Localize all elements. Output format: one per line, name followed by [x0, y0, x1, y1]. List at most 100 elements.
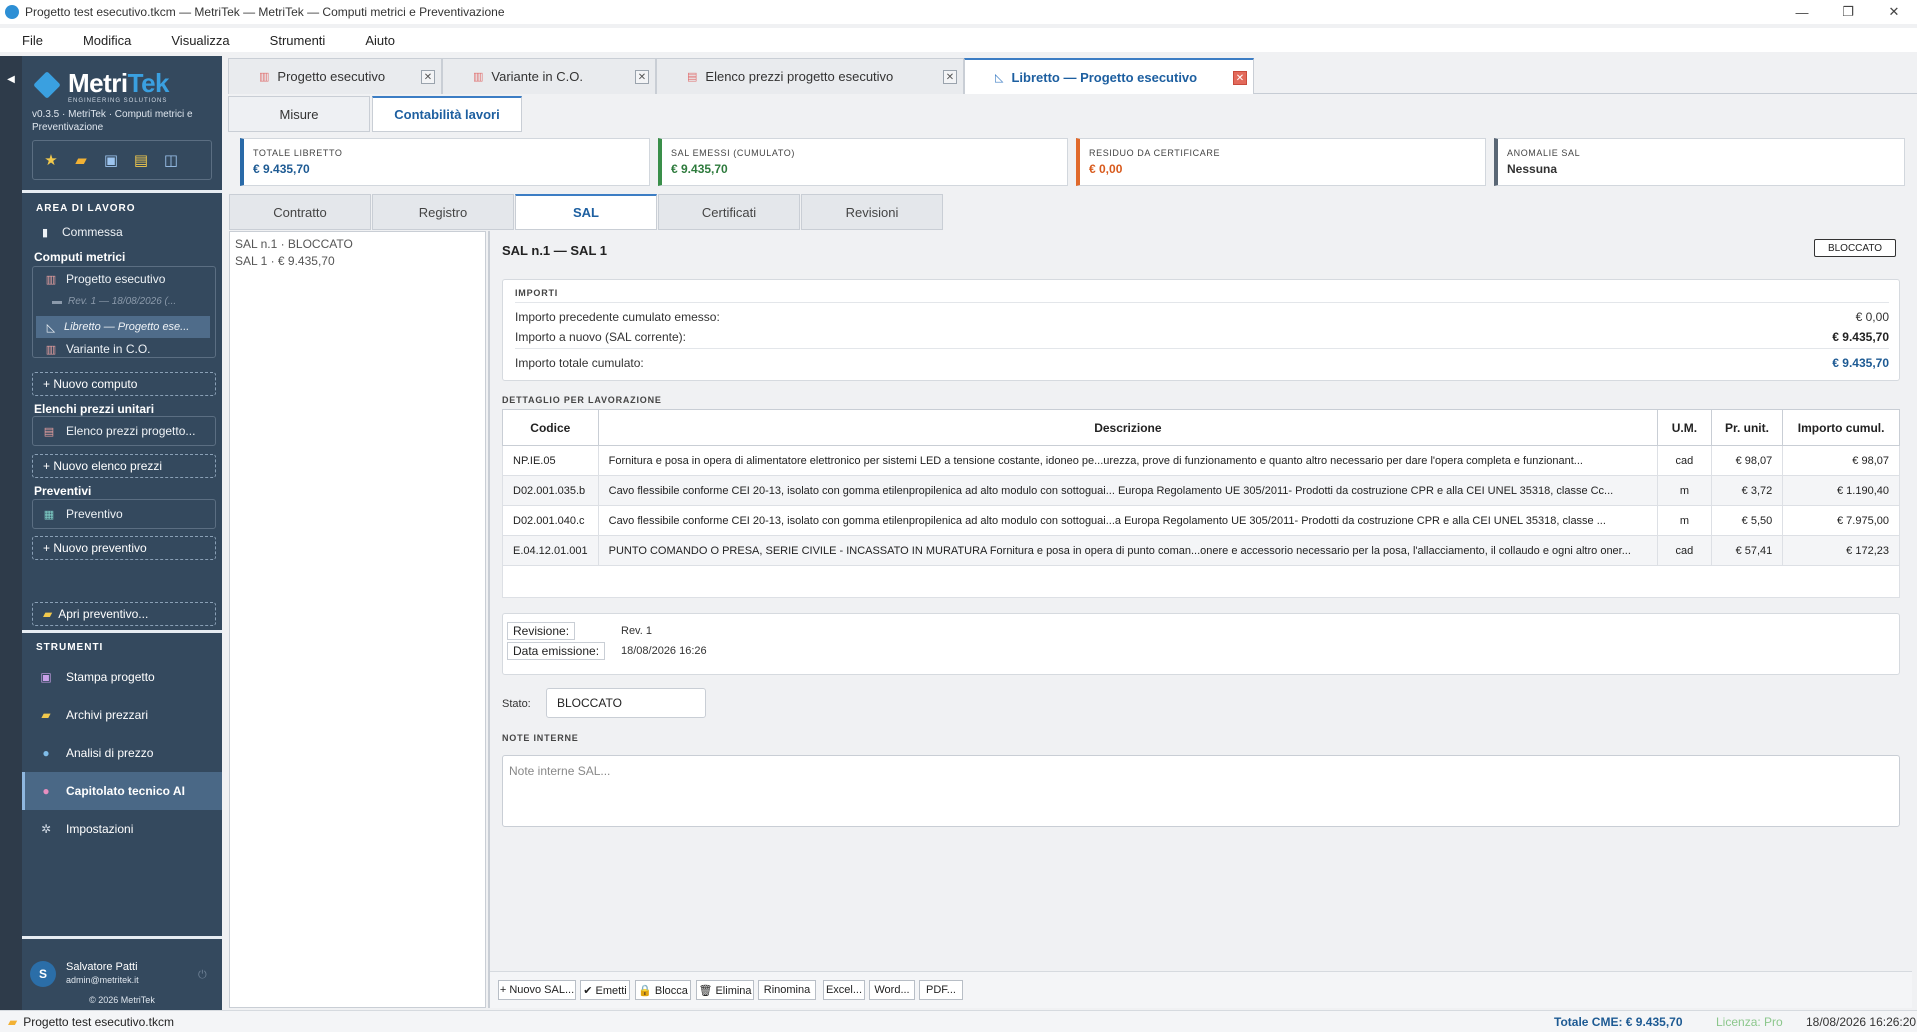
- tab-libretto[interactable]: ◺ Libretto — Progetto esecutivo ✕: [964, 58, 1254, 94]
- logo: MetriTek ENGINEERING SOLUTIONS: [33, 68, 214, 108]
- tab-elenco-prezzi[interactable]: ▤ Elenco prezzi progetto esecutivo ✕: [656, 58, 964, 94]
- column-header[interactable]: Pr. unit.: [1710, 409, 1784, 446]
- tab-variante[interactable]: ▥ Variante in C.O. ✕: [442, 58, 656, 94]
- list-item[interactable]: SAL 1 · € 9.435,70: [235, 253, 480, 270]
- app-icon: [5, 5, 19, 19]
- elimina-button[interactable]: 🗑 Elimina: [696, 980, 754, 1000]
- folder-icon: ▰: [41, 708, 51, 722]
- tab-progetto-esecutivo[interactable]: ▥ Progetto esecutivo ✕: [228, 58, 442, 94]
- menu-aiuto[interactable]: Aiuto: [365, 33, 395, 48]
- blocca-button[interactable]: 🔒 Blocca: [635, 980, 691, 1000]
- menu-modifica[interactable]: Modifica: [83, 33, 131, 48]
- close-icon[interactable]: ✕: [1871, 0, 1917, 24]
- sal-detail-panel: SAL n.1 — SAL 1 BLOCCATO IMPORTI Importo…: [488, 231, 1912, 1008]
- version-text: v0.3.5 · MetriTek · Computi metrici e Pr…: [32, 109, 193, 133]
- card-sal-emessi: SAL EMESSI (CUMULATO) € 9.435,70: [658, 138, 1068, 186]
- new-computo-button[interactable]: + Nuovo computo: [32, 372, 216, 396]
- title-bar: Progetto test esecutivo.tkcm — MetriTek …: [0, 0, 1917, 24]
- close-tab-icon[interactable]: ✕: [1233, 71, 1247, 85]
- menu-file[interactable]: File: [22, 33, 43, 48]
- importo-precedente-row: Importo precedente cumulato emesso: € 0,0…: [515, 310, 1889, 324]
- menu-visualizza[interactable]: Visualizza: [171, 33, 229, 48]
- tab-registro[interactable]: Registro: [372, 194, 514, 230]
- importi-box: IMPORTI Importo precedente cumulato emes…: [502, 279, 1900, 381]
- sidebar-item-progetto-esecutivo[interactable]: ▥ Progetto esecutivo: [36, 268, 212, 290]
- status-badge: BLOCCATO: [1814, 239, 1896, 257]
- table-row[interactable]: NP.IE.05 Fornitura e posa in opera di al…: [502, 445, 1900, 476]
- sidebar-item-preventivo[interactable]: ▦ Preventivo: [32, 501, 216, 527]
- column-header[interactable]: Codice: [502, 409, 599, 446]
- avatar[interactable]: S: [30, 961, 56, 987]
- data-emissione-value: 18/08/2026 16:26: [621, 645, 707, 657]
- tab-certificati[interactable]: Certificati: [658, 194, 800, 230]
- minimize-icon[interactable]: —: [1779, 0, 1825, 24]
- ai-icon[interactable]: ◫: [159, 149, 183, 171]
- excel-button[interactable]: Excel...: [823, 980, 865, 1000]
- new-elenco-button[interactable]: + Nuovo elenco prezzi: [32, 454, 216, 478]
- sal-list: SAL n.1 · BLOCCATO SAL 1 · € 9.435,70: [229, 231, 486, 1008]
- close-tab-icon[interactable]: ✕: [635, 70, 649, 84]
- rinomina-button[interactable]: Rinomina: [758, 980, 816, 1000]
- sidebar-collapse-handle[interactable]: ◀: [0, 56, 22, 1010]
- chart-icon: ▥: [45, 273, 57, 286]
- sal-title: SAL n.1 — SAL 1: [502, 243, 607, 258]
- new-preventivo-button[interactable]: + Nuovo preventivo: [32, 536, 216, 560]
- menu-strumenti[interactable]: Strumenti: [270, 33, 326, 48]
- sidebar-item-capitolato[interactable]: ● Capitolato tecnico AI: [22, 772, 222, 810]
- sidebar-item-revisione[interactable]: ▬ Rev. 1 — 18/08/2026 (...: [52, 292, 212, 310]
- revisione-value: Rev. 1: [621, 625, 652, 637]
- pdf-button[interactable]: PDF...: [919, 980, 963, 1000]
- apri-preventivo-button[interactable]: ▰ Apri preventivo...: [32, 602, 216, 626]
- new-sal-button[interactable]: + Nuovo SAL...: [498, 980, 576, 1000]
- tab-contratto[interactable]: Contratto: [229, 194, 371, 230]
- open-folder-icon[interactable]: ▰: [69, 149, 93, 171]
- sidebar-item-analisi[interactable]: ● Analisi di prezzo: [22, 734, 222, 772]
- column-header[interactable]: U.M.: [1657, 409, 1712, 446]
- sidebar-item-impostazioni[interactable]: ✲ Impostazioni: [22, 810, 222, 848]
- revision-icon: ▬: [52, 295, 62, 307]
- sidebar-item-elenco-prezzi[interactable]: ▤ Elenco prezzi progetto...: [32, 418, 216, 444]
- area-title: AREA DI LAVORO: [36, 203, 136, 214]
- tab-contabilita[interactable]: Contabilità lavori: [372, 96, 522, 132]
- sidebar-item-stampa[interactable]: ▣ Stampa progetto: [22, 658, 222, 696]
- sidebar-item-variante[interactable]: ▥ Variante in C.O.: [36, 338, 212, 360]
- list-item[interactable]: SAL n.1 · BLOCCATO: [235, 236, 480, 253]
- note-input[interactable]: Note interne SAL...: [502, 755, 1900, 827]
- close-tab-icon[interactable]: ✕: [421, 70, 435, 84]
- dettaglio-title: DETTAGLIO PER LAVORAZIONE: [502, 395, 662, 405]
- card-residuo: RESIDUO DA CERTIFICARE € 0,00: [1076, 138, 1486, 186]
- document-icon: ▮: [41, 226, 49, 239]
- new-file-icon[interactable]: ★: [39, 149, 63, 171]
- status-license: Licenza: Pro: [1716, 1014, 1783, 1029]
- sidebar-item-libretto[interactable]: ◺ Libretto — Progetto ese...: [36, 316, 210, 338]
- table-row[interactable]: D02.001.040.c Cavo flessibile conforme C…: [502, 505, 1900, 536]
- tab-revisioni[interactable]: Revisioni: [801, 194, 943, 230]
- action-toolbar: + Nuovo SAL... ✔ Emetti 🔒 Blocca 🗑 Elimi…: [490, 971, 1912, 1008]
- export-folder-icon[interactable]: ▤: [129, 149, 153, 171]
- ruler-icon: ◺: [995, 71, 1004, 84]
- sidebar-item-commessa[interactable]: ▮ Commessa: [28, 219, 212, 245]
- emetti-button[interactable]: ✔ Emetti: [580, 980, 630, 1000]
- table-row[interactable]: E.04.12.01.001 PUNTO COMANDO O PRESA, SE…: [502, 535, 1900, 566]
- ruler-icon: ◺: [46, 321, 56, 334]
- collapse-arrow-icon[interactable]: ◀: [7, 74, 15, 85]
- menu-bar: File Modifica Visualizza Strumenti Aiuto: [0, 28, 1917, 52]
- table-row[interactable]: D02.001.035.b Cavo flessibile conforme C…: [502, 475, 1900, 506]
- column-header[interactable]: Descrizione: [597, 409, 1659, 446]
- maximize-icon[interactable]: ❐: [1825, 0, 1871, 24]
- close-tab-icon[interactable]: ✕: [943, 70, 957, 84]
- logo-icon: [33, 71, 61, 99]
- word-button[interactable]: Word...: [869, 980, 915, 1000]
- stato-field[interactable]: BLOCCATO: [546, 688, 706, 718]
- sidebar-item-archivi[interactable]: ▰ Archivi prezzari: [22, 696, 222, 734]
- sidebar: MetriTek ENGINEERING SOLUTIONS v0.3.5 · …: [22, 56, 222, 1010]
- column-header[interactable]: Importo cumul.: [1782, 409, 1900, 446]
- power-icon[interactable]: ⏻: [198, 969, 207, 982]
- brain-icon: ●: [42, 784, 50, 798]
- chart-icon: ▥: [259, 71, 270, 83]
- logo-text: Metri: [68, 68, 128, 98]
- tab-sal[interactable]: SAL: [515, 194, 657, 230]
- status-total: Totale CME: € 9.435,70: [1554, 1014, 1683, 1029]
- save-icon[interactable]: ▣: [99, 149, 123, 171]
- tab-misure[interactable]: Misure: [228, 96, 370, 132]
